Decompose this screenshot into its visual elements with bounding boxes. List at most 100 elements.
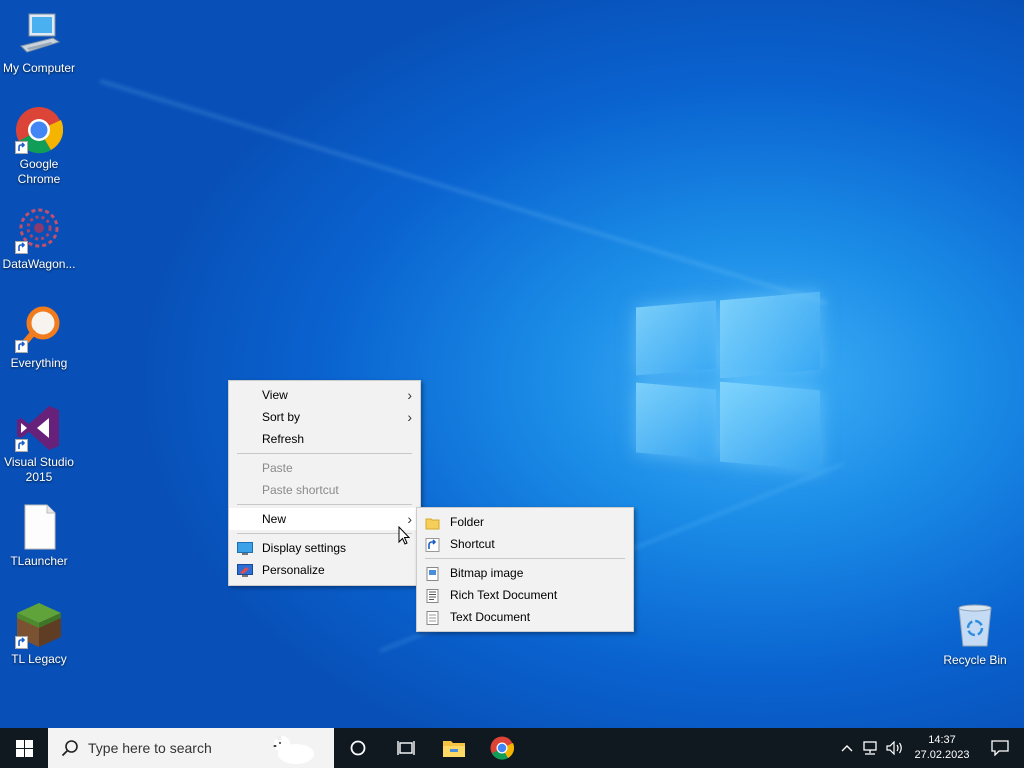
chevron-right-icon: › — [407, 387, 412, 403]
submenu-item-rich-text-document[interactable]: Rich Text Document — [417, 584, 633, 606]
desktop-context-menu: View › Sort by › Refresh Paste Paste sho… — [228, 380, 421, 586]
menu-separator — [237, 504, 412, 505]
menu-item-paste-shortcut: Paste shortcut — [229, 479, 420, 501]
desktop-icon-tlauncher[interactable]: TLauncher — [0, 503, 78, 569]
display-settings-icon — [237, 541, 253, 555]
shortcut-arrow-icon — [15, 340, 28, 353]
bitmap-image-icon — [425, 566, 441, 581]
menu-item-label: Display settings — [262, 541, 347, 555]
desktop-icon-label: Google Chrome — [17, 157, 61, 186]
chrome-icon — [15, 106, 64, 154]
menu-item-label: Bitmap image — [450, 566, 524, 580]
network-tray-button[interactable] — [858, 741, 882, 755]
shortcut-arrow-icon — [15, 241, 28, 254]
menu-item-label: Paste — [262, 461, 293, 475]
menu-item-label: Sort by — [262, 410, 301, 424]
menu-item-label: Text Document — [450, 610, 531, 624]
start-button[interactable] — [0, 728, 48, 768]
new-submenu: Folder Shortcut Bitmap image Rich Text D… — [416, 507, 634, 632]
desktop-icon-label: DataWagon... — [2, 257, 76, 271]
menu-item-personalize[interactable]: Personalize — [229, 559, 420, 581]
cortana-button[interactable] — [334, 728, 382, 768]
desktop-icon-label: Recycle Bin — [943, 653, 1007, 667]
taskbar: Type here to search 14:37 27.02.2023 — [0, 728, 1024, 768]
menu-item-label: Folder — [450, 515, 485, 529]
shortcut-arrow-icon — [15, 439, 28, 452]
mouse-cursor-icon — [398, 526, 411, 545]
task-view-icon — [397, 741, 415, 755]
task-view-button[interactable] — [382, 728, 430, 768]
desktop-icon-label: TL Legacy — [11, 652, 67, 666]
visual-studio-icon — [15, 404, 63, 452]
folder-icon — [425, 515, 441, 530]
wallpaper-light-beam — [99, 80, 828, 305]
system-tray: 14:37 27.02.2023 — [836, 728, 1024, 768]
search-placeholder: Type here to search — [88, 740, 212, 756]
desktop-icon-my-computer[interactable]: My Computer — [0, 10, 78, 76]
desktop-icon-datawagon[interactable]: DataWagon... — [0, 206, 78, 272]
windows-start-icon — [15, 739, 33, 757]
desktop-icon-tl-legacy[interactable]: TL Legacy — [0, 601, 78, 667]
taskbar-search-box[interactable]: Type here to search — [48, 728, 334, 768]
desktop-icon-recycle-bin[interactable]: Recycle Bin — [936, 602, 1014, 668]
desktop-icon-label: TLauncher — [10, 554, 68, 568]
menu-item-label: Refresh — [262, 432, 305, 446]
file-explorer-icon — [443, 741, 465, 757]
chevron-up-icon — [841, 745, 853, 752]
clock-date: 27.02.2023 — [914, 749, 970, 761]
desktop-icon-label: Visual Studio 2015 — [4, 455, 74, 484]
computer-icon — [15, 10, 63, 58]
menu-item-refresh[interactable]: Refresh — [229, 428, 420, 450]
shortcut-arrow-icon — [15, 636, 28, 649]
grass-block-icon — [15, 601, 63, 649]
notification-icon — [991, 740, 1009, 756]
menu-item-display-settings[interactable]: Display settings — [229, 537, 420, 559]
volume-tray-button[interactable] — [882, 741, 908, 755]
file-explorer-taskbar-button[interactable] — [430, 728, 478, 768]
chrome-taskbar-button[interactable] — [478, 728, 526, 768]
search-icon — [61, 740, 78, 757]
menu-separator — [237, 453, 412, 454]
rich-text-document-icon — [425, 588, 441, 603]
menu-item-label: Paste shortcut — [262, 483, 339, 497]
clock-time: 14:37 — [928, 734, 956, 746]
submenu-item-folder[interactable]: Folder — [417, 511, 633, 533]
desktop-icon-everything[interactable]: Everything — [0, 305, 78, 371]
action-center-button[interactable] — [976, 728, 1024, 768]
text-document-icon — [425, 610, 441, 625]
datawagon-icon — [15, 206, 63, 254]
chrome-icon — [490, 736, 514, 760]
submenu-item-bitmap-image[interactable]: Bitmap image — [417, 562, 633, 584]
submenu-item-shortcut[interactable]: Shortcut — [417, 533, 633, 555]
speaker-volume-icon — [886, 741, 902, 755]
recycle-bin-icon — [951, 602, 999, 650]
network-icon — [863, 741, 877, 755]
desktop-icon-label: My Computer — [2, 61, 76, 75]
polar-bear-icon — [273, 735, 314, 764]
submenu-item-text-document[interactable]: Text Document — [417, 606, 633, 628]
menu-item-label: New — [262, 512, 287, 526]
menu-item-sort-by[interactable]: Sort by › — [229, 406, 420, 428]
menu-item-label: View — [262, 388, 288, 402]
desktop-icon-visual-studio[interactable]: Visual Studio 2015 — [0, 404, 78, 485]
personalize-icon — [237, 563, 253, 577]
menu-item-label: Personalize — [262, 563, 325, 577]
chevron-right-icon: › — [407, 409, 412, 425]
everything-search-icon — [15, 305, 63, 353]
menu-item-new[interactable]: New › — [229, 508, 420, 530]
blank-file-icon — [15, 503, 63, 551]
shortcut-arrow-icon — [15, 141, 28, 154]
menu-item-paste: Paste — [229, 457, 420, 479]
cortana-circle-icon — [350, 740, 366, 756]
desktop-icon-google-chrome[interactable]: Google Chrome — [0, 106, 78, 187]
menu-item-label: Rich Text Document — [450, 588, 558, 602]
show-hidden-icons-button[interactable] — [836, 744, 858, 752]
desktop[interactable]: My Computer Google Chrome DataWagon... E… — [0, 0, 1024, 728]
taskbar-clock[interactable]: 14:37 27.02.2023 — [908, 733, 976, 763]
menu-item-view[interactable]: View › — [229, 384, 420, 406]
shortcut-icon — [425, 537, 441, 552]
windows-logo-wallpaper — [636, 290, 824, 480]
menu-item-label: Shortcut — [450, 537, 495, 551]
desktop-icon-label: Everything — [10, 356, 68, 370]
menu-separator — [425, 558, 625, 559]
